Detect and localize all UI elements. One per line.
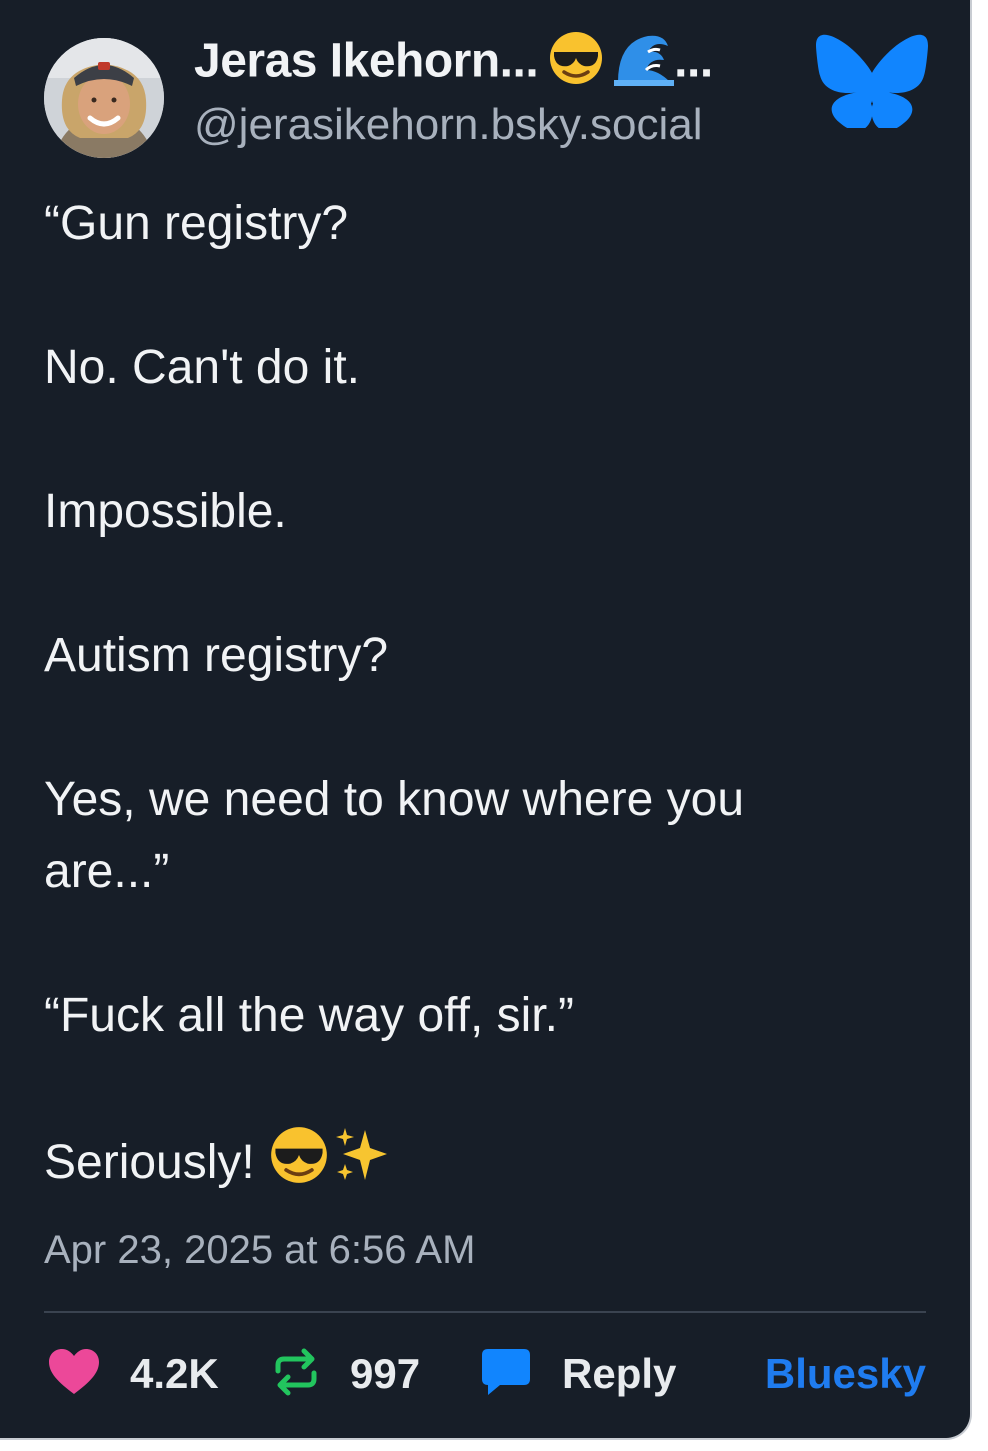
- post-text: “Gun registry? No. Can't do it. Impossib…: [44, 188, 924, 1207]
- post-card: Jeras Ikehorn...... @jerasikehorn.bsky.s…: [0, 0, 972, 1440]
- post-paragraph-last: Seriously!: [44, 1124, 924, 1207]
- like-button[interactable]: 4.2K: [48, 1340, 219, 1408]
- post-paragraph: “Fuck all the way off, sir.”: [44, 989, 574, 1042]
- post-paragraph: Impossible.: [44, 485, 287, 538]
- sunglasses-emoji-icon: [269, 1125, 329, 1206]
- repost-icon: [272, 1347, 320, 1402]
- action-bar: 4.2K 997 Reply Bluesky: [44, 1340, 926, 1408]
- reply-label: Reply: [562, 1350, 677, 1397]
- post-paragraph: No. Can't do it.: [44, 341, 360, 394]
- post-timestamp[interactable]: Apr 23, 2025 at 6:56 AM: [44, 1228, 475, 1273]
- like-count: 4.2K: [130, 1350, 219, 1397]
- speech-bubble-icon: [480, 1347, 532, 1402]
- sparkles-emoji-icon: [331, 1124, 393, 1207]
- repost-button[interactable]: 997: [272, 1340, 420, 1408]
- display-name-text: Jeras Ikehorn...: [194, 34, 539, 88]
- sunglasses-emoji-icon: [548, 30, 604, 98]
- bluesky-butterfly-icon[interactable]: [816, 28, 928, 131]
- post-paragraph: Yes, we need to know where you are...”: [44, 773, 745, 898]
- post-paragraph: “Gun registry?: [44, 197, 349, 250]
- heart-icon: [48, 1348, 100, 1401]
- author-handle[interactable]: @jerasikehorn.bsky.social: [194, 100, 703, 150]
- repost-count: 997: [350, 1350, 421, 1397]
- display-name-overflow: ...: [674, 34, 713, 88]
- divider: [44, 1311, 926, 1313]
- post-paragraph: Autism registry?: [44, 629, 389, 682]
- avatar[interactable]: [44, 38, 164, 158]
- avatar-image: [44, 38, 164, 158]
- wave-emoji-icon: [614, 30, 675, 98]
- author-display-name[interactable]: Jeras Ikehorn......: [194, 30, 713, 98]
- post-paragraph-text: Seriously!: [44, 1136, 255, 1190]
- reply-button[interactable]: Reply: [480, 1340, 676, 1408]
- open-in-bluesky-link[interactable]: Bluesky: [765, 1340, 926, 1408]
